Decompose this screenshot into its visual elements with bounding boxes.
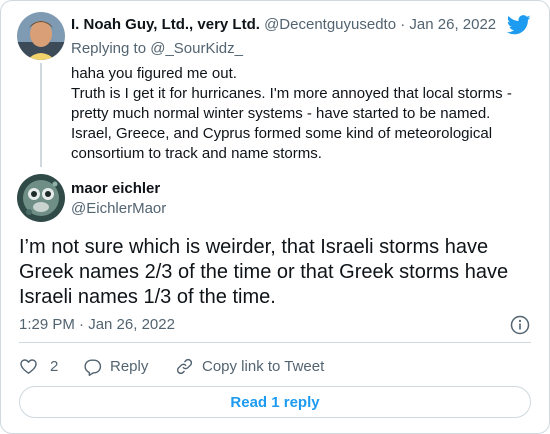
reply-button[interactable]: Reply (83, 355, 148, 377)
reply-bubble-icon (84, 358, 102, 376)
main-tweet-timestamp[interactable]: 1:29 PM · Jan 26, 2022 (19, 316, 175, 333)
parent-text-line: Israel, Greece, and Cyprus formed some k… (71, 125, 493, 142)
copy-link-label: Copy link to Tweet (202, 357, 325, 375)
parent-text-line: pretty much normal winter systems - have… (71, 105, 491, 122)
copy-link-button[interactable]: Copy link to Tweet (175, 355, 324, 377)
parent-tweet-header: I. Noah Guy, Ltd., very Ltd. @Decentguyu… (71, 16, 496, 33)
main-author-name[interactable]: maor eichler (71, 180, 160, 197)
replying-to-prefix: Replying to (71, 40, 151, 57)
parent-text-line: Truth is I get it for hurricanes. I'm mo… (71, 85, 512, 102)
main-text-line: Greek names 2/3 of the time or that Gree… (19, 261, 509, 283)
reply-label: Reply (110, 357, 149, 375)
embedded-tweet-card: I. Noah Guy, Ltd., very Ltd. @Decentguyu… (0, 0, 550, 434)
actions-divider (19, 342, 531, 343)
replying-to-handle[interactable]: @_SourKidz_ (150, 40, 243, 57)
thread-connector-line (40, 63, 42, 167)
header-separator: · (400, 16, 406, 33)
info-icon[interactable] (510, 315, 530, 335)
read-replies-button[interactable]: Read 1 reply (19, 386, 531, 418)
parent-author-name[interactable]: I. Noah Guy, Ltd., very Ltd. (71, 16, 260, 33)
parent-author-handle[interactable]: @Decentguyusedto (264, 16, 396, 33)
parent-text-line: consortium to track and name storms. (71, 145, 322, 162)
main-text-line: I’m not sure which is weirder, that Isra… (19, 236, 489, 258)
main-author-handle[interactable]: @EichlerMaor (71, 200, 166, 217)
main-tweet-text: I’m not sure which is weirder, that Isra… (19, 235, 529, 310)
link-icon (176, 358, 193, 374)
parent-tweet-text: haha you figured me out. Truth is I get … (71, 64, 541, 164)
main-text-line: Israeli names 1/3 of the time. (19, 286, 276, 308)
twitter-bird-icon[interactable] (507, 15, 531, 35)
parent-avatar[interactable] (17, 12, 65, 60)
parent-text-line: haha you figured me out. (71, 65, 237, 82)
like-count: 2 (50, 357, 59, 375)
parent-tweet-date[interactable]: Jan 26, 2022 (409, 16, 496, 33)
like-button[interactable]: 2 (19, 355, 58, 377)
replying-to-line: Replying to @_SourKidz_ (71, 40, 243, 57)
heart-icon (20, 358, 37, 374)
main-avatar[interactable] (17, 174, 65, 222)
